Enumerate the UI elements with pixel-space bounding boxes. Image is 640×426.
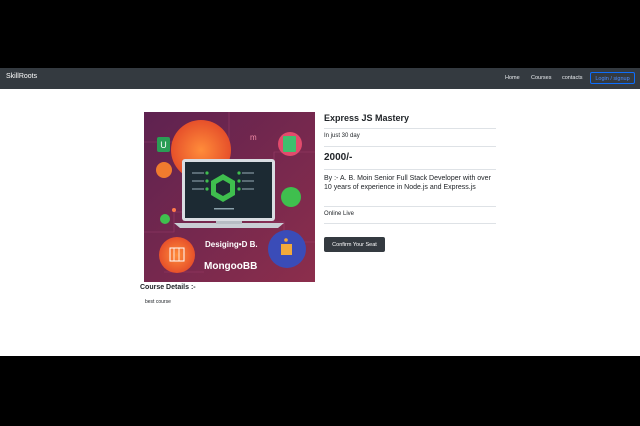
course-duration: In just 30 day bbox=[324, 133, 360, 139]
divider bbox=[324, 169, 496, 170]
svg-text:U: U bbox=[160, 140, 167, 150]
course-mode: Online Live bbox=[324, 211, 355, 217]
nav-link-contacts[interactable]: contacts bbox=[562, 75, 582, 81]
course-title: Express JS Mastery bbox=[324, 113, 410, 123]
divider bbox=[324, 223, 496, 224]
divider bbox=[324, 146, 496, 147]
course-details-text: best course bbox=[145, 299, 171, 305]
brand-logo[interactable]: SkillRoots bbox=[6, 73, 37, 80]
divider bbox=[324, 128, 496, 129]
nav-link-courses[interactable]: Courses bbox=[531, 75, 551, 81]
navbar: SkillRoots Home Courses contacts Login /… bbox=[0, 68, 640, 89]
confirm-seat-button[interactable]: Confirm Your Seat bbox=[324, 237, 385, 252]
login-signup-button[interactable]: Login / signup bbox=[590, 72, 635, 84]
course-price: 2000/- bbox=[324, 152, 353, 163]
course-image-illustration: U m bbox=[144, 112, 315, 282]
page: SkillRoots Home Courses contacts Login /… bbox=[0, 68, 640, 356]
nav-link-home[interactable]: Home bbox=[505, 75, 520, 81]
image-caption-bottom: MongooBB bbox=[204, 261, 258, 272]
svg-text:m: m bbox=[250, 133, 257, 142]
course-instructor: By :- A. B. Moin Senior Full Stack Devel… bbox=[324, 175, 491, 191]
image-caption-top: Desiging•D B. bbox=[205, 240, 258, 249]
divider bbox=[324, 206, 496, 207]
course-details-heading: Course Details :- bbox=[140, 284, 196, 291]
course-image: U m Desiging•D B. MongooBB bbox=[144, 112, 315, 282]
